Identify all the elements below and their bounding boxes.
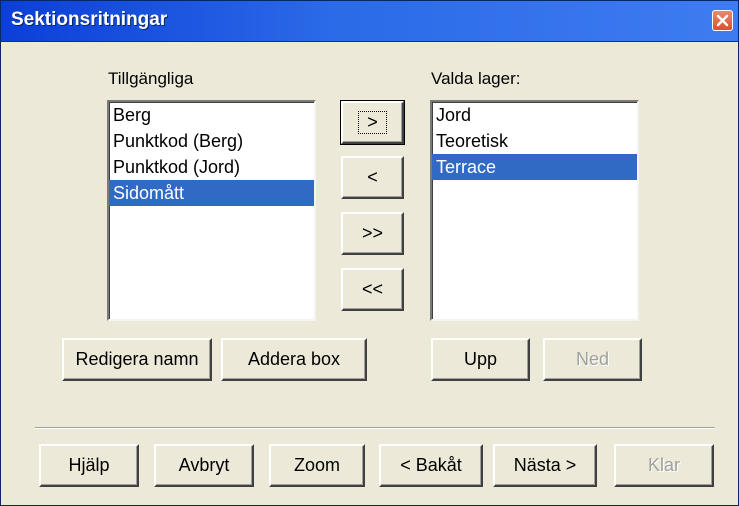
back-button-label: < Bakåt: [400, 455, 462, 475]
list-item[interactable]: Punktkod (Jord): [109, 154, 314, 180]
remove-button-label: <: [367, 167, 378, 187]
rename-button[interactable]: Redigera namn: [62, 338, 212, 381]
close-icon: [716, 14, 729, 27]
add-all-button[interactable]: >>: [341, 212, 404, 255]
dialog-window: Sektionsritningar Tillgängliga Berg Punk…: [0, 0, 739, 506]
cancel-button[interactable]: Avbryt: [154, 444, 254, 487]
add-button-label: >: [358, 111, 387, 134]
title-bar[interactable]: Sektionsritningar: [1, 1, 738, 42]
list-item-selected[interactable]: Sidomått: [109, 180, 314, 206]
up-button[interactable]: Upp: [431, 338, 530, 381]
window-title: Sektionsritningar: [11, 9, 168, 30]
close-button[interactable]: [712, 10, 733, 31]
rename-button-label: Redigera namn: [75, 349, 199, 369]
list-item-selected[interactable]: Terrace: [432, 154, 637, 180]
available-list[interactable]: Berg Punktkod (Berg) Punktkod (Jord) Sid…: [107, 100, 316, 321]
down-button-label: Ned: [575, 349, 610, 369]
down-button[interactable]: Ned: [543, 338, 642, 381]
add-all-button-label: >>: [361, 223, 384, 243]
finish-button[interactable]: Klar: [614, 444, 714, 487]
cancel-button-label: Avbryt: [178, 455, 230, 475]
help-button[interactable]: Hjälp: [39, 444, 139, 487]
add-box-button[interactable]: Addera box: [221, 338, 367, 381]
next-button-label: Nästa >: [513, 455, 577, 475]
remove-button[interactable]: <: [341, 156, 404, 199]
add-button[interactable]: >: [340, 100, 405, 145]
chosen-list[interactable]: Jord Teoretisk Terrace: [430, 100, 639, 321]
next-button[interactable]: Nästa >: [493, 444, 597, 487]
list-item[interactable]: Teoretisk: [432, 128, 637, 154]
up-button-label: Upp: [463, 349, 498, 369]
finish-button-label: Klar: [647, 455, 680, 475]
chosen-label: Valda lager:: [431, 69, 521, 88]
available-label: Tillgängliga: [108, 69, 194, 88]
list-item[interactable]: Jord: [432, 102, 637, 128]
add-box-button-label: Addera box: [247, 349, 341, 369]
separator: [35, 427, 715, 429]
list-item[interactable]: Punktkod (Berg): [109, 128, 314, 154]
zoom-button[interactable]: Zoom: [269, 444, 365, 487]
remove-all-button[interactable]: <<: [341, 268, 404, 311]
remove-all-button-label: <<: [361, 279, 384, 299]
list-item[interactable]: Berg: [109, 102, 314, 128]
back-button[interactable]: < Bakåt: [379, 444, 483, 487]
help-button-label: Hjälp: [68, 455, 110, 475]
zoom-button-label: Zoom: [293, 455, 340, 475]
